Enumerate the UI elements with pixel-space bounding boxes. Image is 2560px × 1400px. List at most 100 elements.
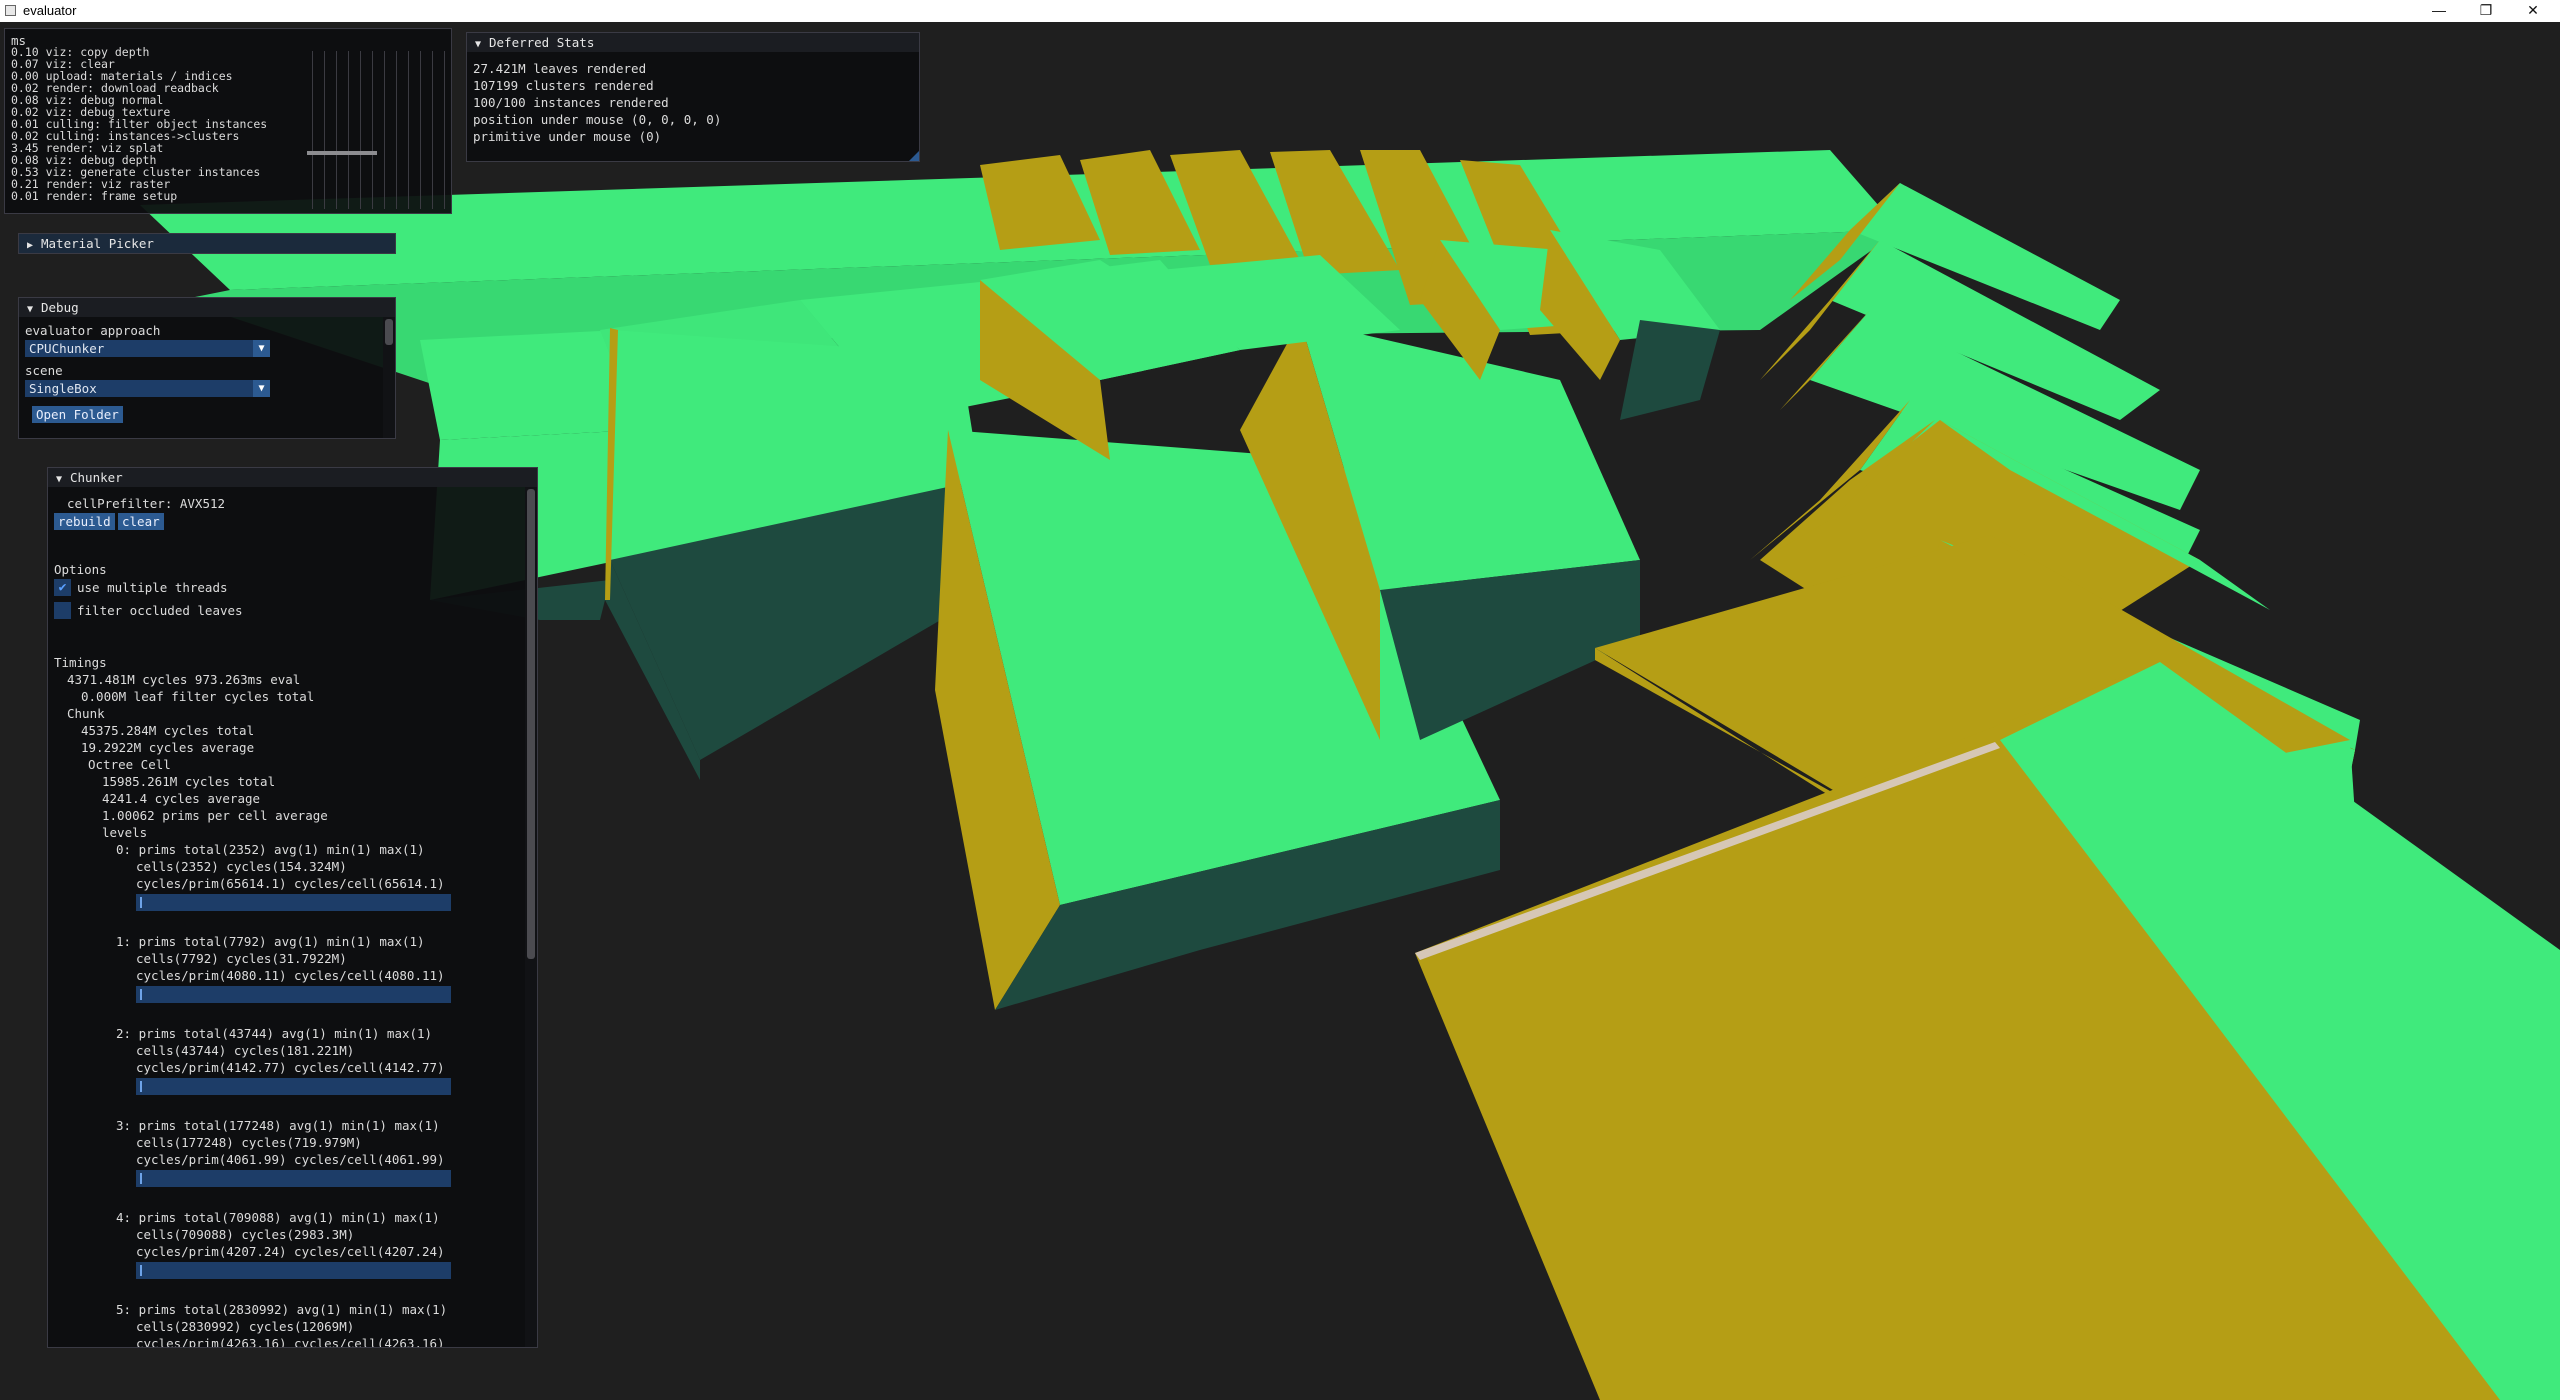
cell-prefilter-text: cellPrefilter: AVX512 bbox=[67, 496, 226, 511]
minimize-button[interactable]: — bbox=[2416, 0, 2462, 22]
check-icon: ✔ bbox=[58, 580, 67, 595]
chevron-down-icon[interactable]: ▼ bbox=[253, 380, 270, 397]
app-icon bbox=[5, 5, 16, 16]
histogram-fill bbox=[140, 989, 142, 1000]
level-cells: cells(43744) cycles(181.221M) bbox=[136, 1043, 355, 1058]
level-cells: cells(7792) cycles(31.7922M) bbox=[136, 951, 347, 966]
deferred-stats-title: Deferred Stats bbox=[489, 35, 595, 50]
level-cycles: cycles/prim(4080.11) cycles/cell(4080.11… bbox=[136, 968, 445, 983]
level-cells: cells(2352) cycles(154.324M) bbox=[136, 859, 347, 874]
profiler-graph-bar bbox=[307, 151, 377, 155]
level-histogram[interactable] bbox=[136, 894, 451, 911]
level-prims: 2: prims total(43744) avg(1) min(1) max(… bbox=[116, 1026, 433, 1041]
deferred-stats-titlebar[interactable]: ▼ Deferred Stats bbox=[467, 33, 919, 52]
cube-mid-left bbox=[605, 328, 980, 780]
level-prims: 0: prims total(2352) avg(1) min(1) max(1… bbox=[116, 842, 425, 857]
octree-total: 15985.261M cycles total bbox=[102, 774, 276, 789]
options-heading: Options bbox=[54, 562, 107, 577]
open-folder-button[interactable]: Open Folder bbox=[32, 406, 123, 423]
chunk-total: 45375.284M cycles total bbox=[81, 723, 255, 738]
material-picker-title: Material Picker bbox=[41, 236, 154, 251]
cube-foreground bbox=[1415, 662, 2560, 1400]
material-picker-window[interactable]: ▶ Material Picker bbox=[18, 233, 396, 254]
octree-average: 4241.4 cycles average bbox=[102, 791, 261, 806]
level-block: 0: prims total(2352) avg(1) min(1) max(1… bbox=[48, 841, 508, 933]
level-cycles: cycles/prim(4061.99) cycles/cell(4061.99… bbox=[136, 1152, 445, 1167]
approach-value: CPUChunker bbox=[29, 341, 105, 356]
eval-cycles: 4371.481M cycles 973.263ms eval bbox=[67, 672, 301, 687]
profiler-graph bbox=[301, 51, 447, 209]
level-cycles: cycles/prim(4263.16) cycles/cell(4263.16… bbox=[136, 1336, 445, 1348]
leaf-filter-cycles: 0.000M leaf filter cycles total bbox=[81, 689, 315, 704]
threads-label[interactable]: use multiple threads bbox=[77, 579, 228, 596]
window-title: evaluator bbox=[23, 3, 77, 18]
histogram-fill bbox=[140, 1265, 142, 1276]
stat-leaves: 27.421M leaves rendered bbox=[473, 61, 647, 76]
threads-checkbox[interactable]: ✔ bbox=[54, 579, 71, 596]
level-block: 4: prims total(709088) avg(1) min(1) max… bbox=[48, 1209, 508, 1301]
rebuild-button[interactable]: rebuild bbox=[54, 513, 115, 530]
level-cells: cells(709088) cycles(2983.3M) bbox=[136, 1227, 355, 1242]
filter-occluded-label[interactable]: filter occluded leaves bbox=[77, 602, 243, 619]
level-cycles: cycles/prim(4207.24) cycles/cell(4207.24… bbox=[136, 1244, 445, 1259]
profiler-list: 0.10 viz: copy depth 0.07 viz: clear 0.0… bbox=[11, 46, 267, 202]
level-block: 3: prims total(177248) avg(1) min(1) max… bbox=[48, 1117, 508, 1209]
debug-scrollbar[interactable] bbox=[383, 317, 395, 438]
material-picker-titlebar[interactable]: ▶ Material Picker bbox=[19, 234, 395, 253]
profiler-panel: ms 0.10 viz: copy depth 0.07 viz: clear … bbox=[4, 28, 452, 214]
level-cycles: cycles/prim(4142.77) cycles/cell(4142.77… bbox=[136, 1060, 445, 1075]
expand-arrow-icon[interactable]: ▶ bbox=[27, 236, 41, 253]
level-histogram[interactable] bbox=[136, 1170, 451, 1187]
level-block: 1: prims total(7792) avg(1) min(1) max(1… bbox=[48, 933, 508, 1025]
level-cells: cells(177248) cycles(719.979M) bbox=[136, 1135, 362, 1150]
debug-titlebar[interactable]: ▼ Debug bbox=[19, 298, 395, 317]
collapse-arrow-icon[interactable]: ▼ bbox=[27, 300, 41, 317]
approach-select[interactable]: CPUChunker ▼ bbox=[25, 340, 270, 357]
resize-grip-icon[interactable] bbox=[909, 151, 919, 161]
close-button[interactable]: ✕ bbox=[2510, 0, 2556, 22]
histogram-fill bbox=[140, 1081, 142, 1092]
stat-primitive: primitive under mouse (0) bbox=[473, 129, 662, 144]
chevron-down-icon[interactable]: ▼ bbox=[253, 340, 270, 357]
scene-select[interactable]: SingleBox ▼ bbox=[25, 380, 270, 397]
profiler-row: 0.01 render: frame setup bbox=[11, 189, 178, 203]
histogram-fill bbox=[140, 1173, 142, 1184]
timings-heading: Timings bbox=[54, 655, 107, 670]
stat-instances: 100/100 instances rendered bbox=[473, 95, 669, 110]
chunk-average: 19.2922M cycles average bbox=[81, 740, 255, 755]
level-block: 5: prims total(2830992) avg(1) min(1) ma… bbox=[48, 1301, 508, 1348]
level-histogram[interactable] bbox=[136, 986, 451, 1003]
approach-label: evaluator approach bbox=[25, 323, 161, 338]
title-bar: evaluator — ❐ ✕ bbox=[0, 0, 2560, 22]
stat-clusters: 107199 clusters rendered bbox=[473, 78, 654, 93]
levels-heading: levels bbox=[102, 825, 148, 840]
level-prims: 3: prims total(177248) avg(1) min(1) max… bbox=[116, 1118, 440, 1133]
octree-heading: Octree Cell bbox=[88, 757, 171, 772]
debug-scroll-thumb[interactable] bbox=[385, 319, 393, 345]
level-cycles: cycles/prim(65614.1) cycles/cell(65614.1… bbox=[136, 876, 445, 891]
clear-button[interactable]: clear bbox=[118, 513, 164, 530]
chunker-scroll-thumb[interactable] bbox=[527, 489, 535, 959]
collapse-arrow-icon[interactable]: ▼ bbox=[475, 35, 489, 52]
deferred-stats-window: ▼ Deferred Stats 27.421M leaves rendered … bbox=[466, 32, 920, 162]
debug-window: ▼ Debug evaluator approach CPUChunker ▼ s… bbox=[18, 297, 396, 439]
level-prims: 5: prims total(2830992) avg(1) min(1) ma… bbox=[116, 1302, 448, 1317]
scene-value: SingleBox bbox=[29, 381, 97, 396]
level-histogram[interactable] bbox=[136, 1262, 451, 1279]
debug-title: Debug bbox=[41, 300, 79, 315]
stat-position: position under mouse (0, 0, 0, 0) bbox=[473, 112, 722, 127]
maximize-button[interactable]: ❐ bbox=[2463, 0, 2509, 22]
filter-occluded-checkbox[interactable] bbox=[54, 602, 71, 619]
level-cells: cells(2830992) cycles(12069M) bbox=[136, 1319, 355, 1334]
level-prims: 4: prims total(709088) avg(1) min(1) max… bbox=[116, 1210, 440, 1225]
chunker-title: Chunker bbox=[70, 470, 123, 485]
level-block: 2: prims total(43744) avg(1) min(1) max(… bbox=[48, 1025, 508, 1117]
chunker-titlebar[interactable]: ▼ Chunker bbox=[48, 468, 537, 487]
level-histogram[interactable] bbox=[136, 1078, 451, 1095]
chunker-window: ▼ Chunker cellPrefilter: AVX512 rebuild c… bbox=[47, 467, 538, 1348]
collapse-arrow-icon[interactable]: ▼ bbox=[56, 470, 70, 487]
chunk-heading: Chunk bbox=[67, 706, 105, 721]
scene-label: scene bbox=[25, 363, 63, 378]
chunker-scrollbar[interactable] bbox=[525, 487, 537, 1347]
histogram-fill bbox=[140, 897, 142, 908]
